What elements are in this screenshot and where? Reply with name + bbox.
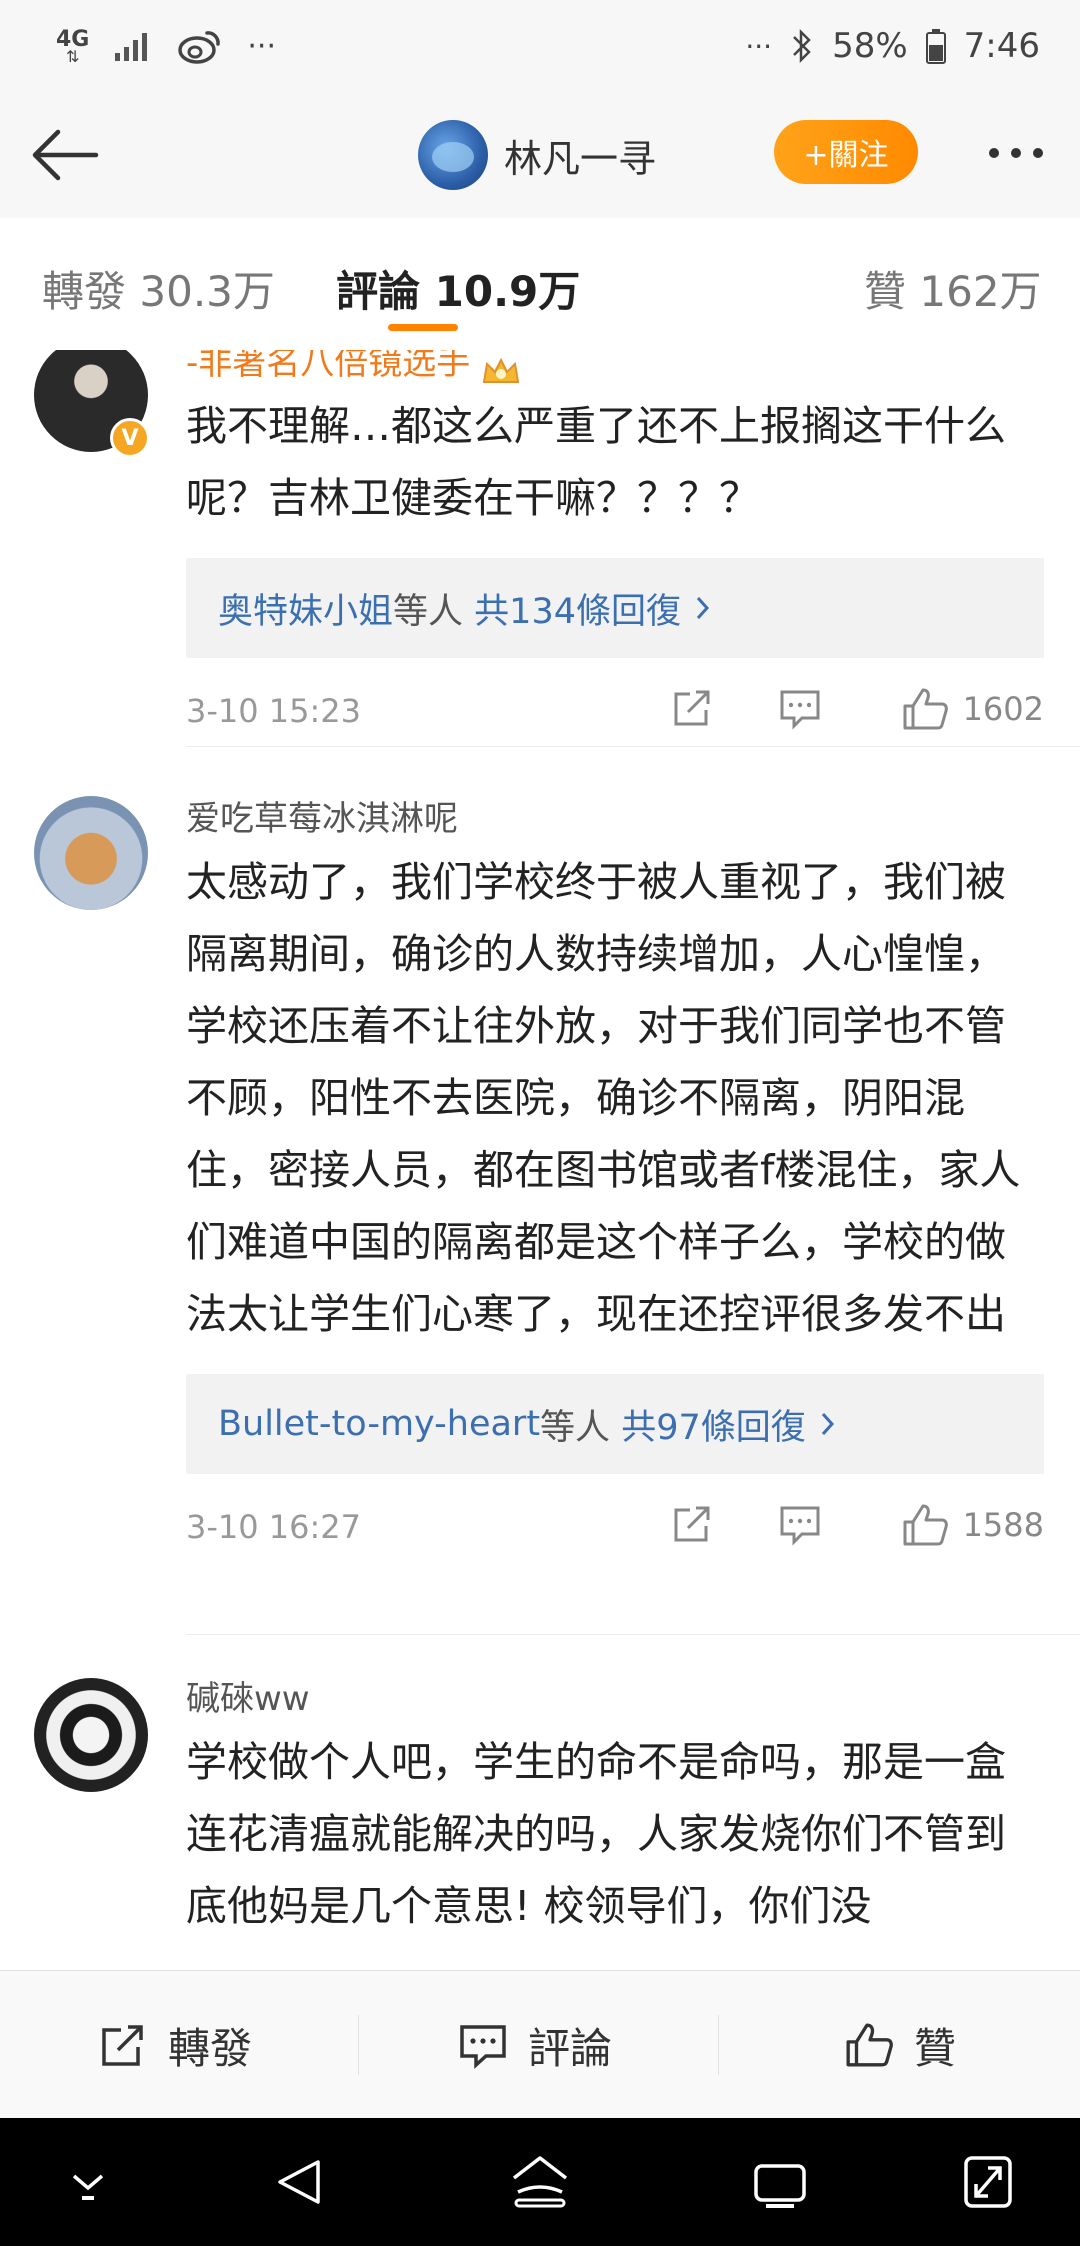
network-indicator: 4G ⇅ [56,27,90,66]
share-icon[interactable] [670,686,714,730]
comment-icon [460,2025,506,2069]
vip-crown-icon [481,350,521,383]
thumbs-up-icon [846,2023,893,2067]
comment-time: 3-10 16:27 [186,1508,362,1546]
repost-button[interactable]: 轉發 [98,1971,252,2119]
verified-badge-icon: V [110,418,150,458]
commenter-name[interactable]: -非著名八倍镜选手 [186,350,1044,388]
tab-likes[interactable]: 贊 162万 [864,258,1042,319]
interaction-tabs: 轉發 30.3万 評論 10.9万 贊 162万 [0,218,1080,351]
commenter-avatar[interactable] [34,796,148,910]
author-info[interactable]: 林凡一寻 [418,118,656,192]
comment-time: 3-10 15:23 [186,692,362,730]
like-button[interactable]: 1588 [901,1502,1044,1548]
chevron-right-icon [696,596,710,620]
battery-icon [925,29,946,64]
chevron-right-icon [821,1412,834,1436]
follow-button[interactable]: +關注 [774,120,918,184]
commenter-avatar[interactable] [34,1678,148,1792]
like-post-button[interactable]: 贊 [844,1971,956,2119]
bottom-action-bar: 轉發 評論 贊 [0,1970,1080,2119]
share-icon[interactable] [670,1502,714,1546]
author-avatar[interactable] [418,120,488,190]
replies-preview[interactable]: Bullet-to-my-heart 等人 共97條回復 [186,1374,1044,1474]
comment-button[interactable]: 評論 [458,1971,612,2119]
top-nav-bar: 林凡一寻 +關注 [0,92,1080,219]
screen-rotate-icon[interactable] [960,2152,1016,2212]
back-nav-icon[interactable] [272,2152,328,2212]
more-options-icon[interactable] [976,130,1056,176]
battery-percent: 58% [832,26,908,66]
weibo-app-icon [178,31,221,64]
more-notifications: ··· [745,29,773,63]
back-arrow-icon[interactable] [26,120,106,190]
status-bar: 4G ⇅ ··· ··· 58% 7:46 [0,0,1080,92]
active-tab-indicator [388,324,458,331]
bluetooth-icon [793,28,811,64]
separator [718,2015,719,2075]
comment-text: 我不理解…都这么严重了还不上报搁这干什么呢？吉林卫健委在干嘛？？？？ [186,402,1006,522]
thumbs-up-icon [903,688,948,730]
notification-dots: ··· [247,28,276,64]
reply-icon[interactable] [778,1502,822,1546]
comment-text: 太感动了，我们学校终于被人重视了，我们被隔离期间，确诊的人数持续增加，人心惶惶，… [186,858,1021,1338]
clock: 7:46 [963,26,1040,66]
signal-icon [115,33,148,61]
system-nav-bar [0,2118,1080,2246]
comment-list: V -非著名八倍镜选手 我不理解…都这么严重了还不上报搁这干什么呢？吉林卫健委在… [0,350,1080,1970]
tab-comments[interactable]: 評論 10.9万 [336,258,580,319]
reply-icon[interactable] [778,686,822,730]
repost-icon [102,2025,143,2066]
recent-apps-icon[interactable] [750,2152,810,2212]
replies-preview[interactable]: 奥特妹小姐 等人 共134條回復 [186,558,1044,658]
thumbs-up-icon [903,1504,948,1546]
tab-repost[interactable]: 轉發 30.3万 [42,258,275,319]
divider [186,746,1080,747]
divider [186,1634,1080,1635]
comment-text: 学校做个人吧，学生的命不是命吗，那是一盒连花清瘟就能解决的吗，人家发烧你们不管到… [186,1738,1006,1930]
separator [358,2015,359,2075]
commenter-name[interactable]: 碱䂾ww [186,1674,1044,1724]
like-button[interactable]: 1602 [901,686,1044,732]
hide-keyboard-icon[interactable] [64,2152,112,2212]
author-name[interactable]: 林凡一寻 [504,128,656,183]
home-nav-icon[interactable] [508,2152,572,2212]
commenter-name[interactable]: 爱吃草莓冰淇淋呢 [186,794,1044,844]
